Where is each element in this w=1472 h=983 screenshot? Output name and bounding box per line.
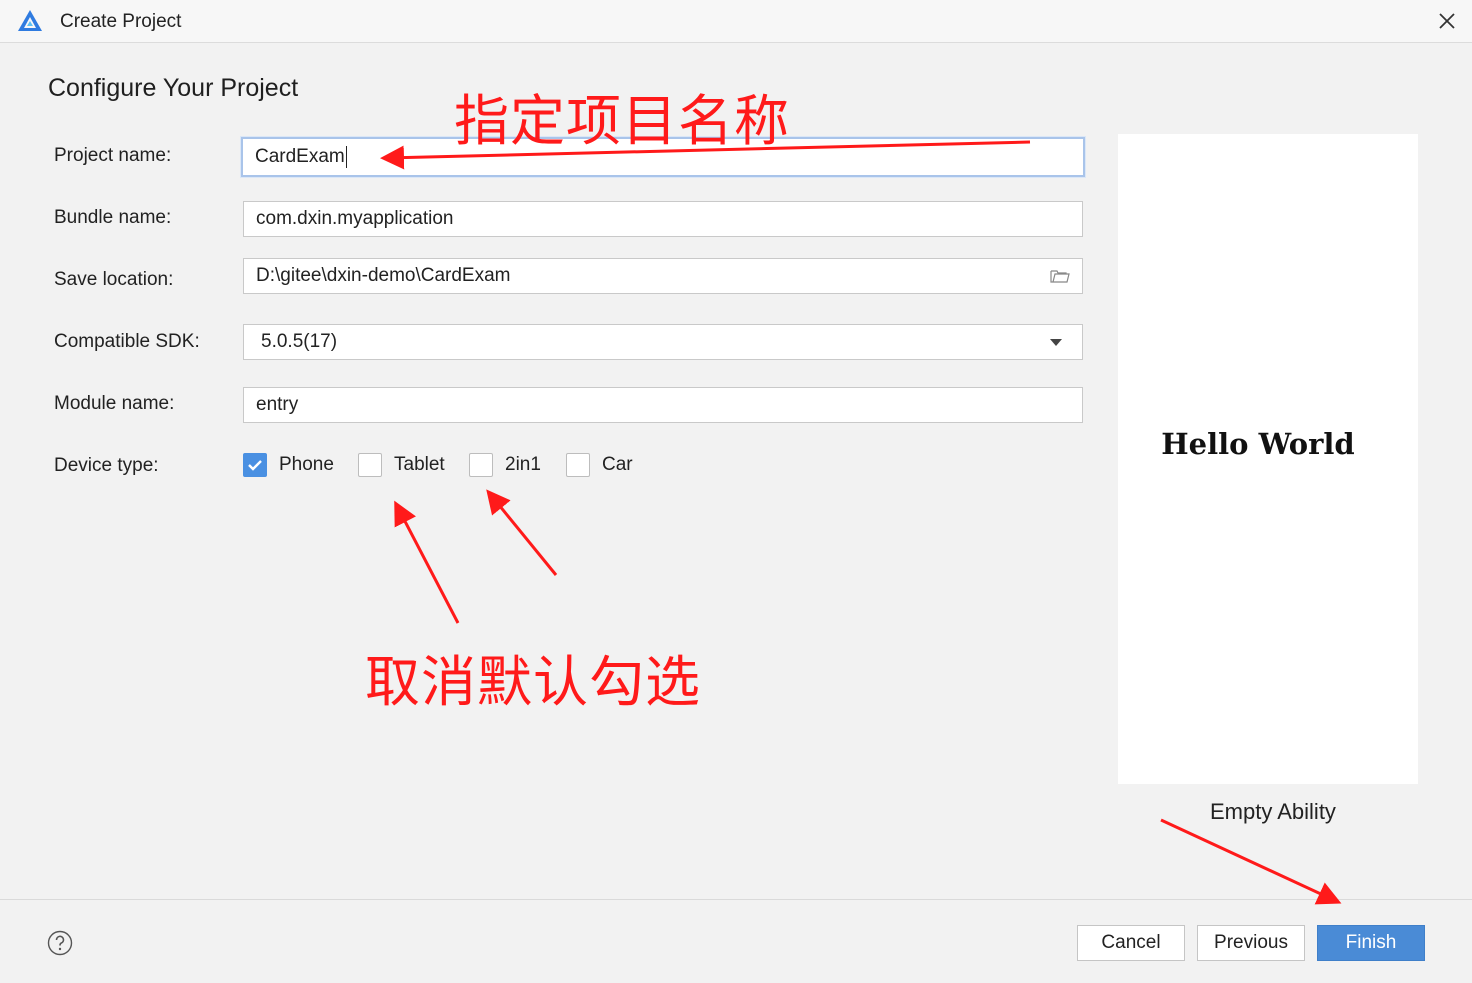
bundle-name-input[interactable]: com.dxin.myapplication <box>243 201 1083 237</box>
car-checkbox[interactable] <box>566 453 590 477</box>
arrow-to-finish <box>1160 818 1342 905</box>
check-icon <box>248 460 262 471</box>
close-icon <box>1439 13 1455 29</box>
annotation-uncheck-defaults: 取消默认勾选 <box>365 650 702 714</box>
finish-button[interactable]: Finish <box>1317 925 1425 961</box>
folder-icon[interactable] <box>1050 268 1070 284</box>
tablet-label: Tablet <box>394 454 445 475</box>
tablet-checkbox[interactable] <box>358 453 382 477</box>
phone-label: Phone <box>279 454 334 475</box>
previous-button[interactable]: Previous <box>1197 925 1305 961</box>
compatible-sdk-select[interactable]: 5.0.5(17) <box>243 324 1083 360</box>
template-preview: Hello World <box>1118 134 1418 784</box>
bundle-name-value: com.dxin.myapplication <box>256 208 454 229</box>
window-title: Create Project <box>60 11 182 32</box>
project-name-label: Project name: <box>54 145 172 166</box>
2in1-checkbox[interactable] <box>469 453 493 477</box>
annotation-specify-project-name: 指定项目名称 <box>454 89 791 153</box>
2in1-label: 2in1 <box>505 454 541 475</box>
save-location-input[interactable]: D:\gitee\dxin-demo\CardExam <box>243 258 1083 294</box>
module-name-label: Module name: <box>54 393 175 414</box>
car-label: Car <box>602 454 633 475</box>
arrow-to-2in1 <box>486 489 558 576</box>
project-name-value: CardExam <box>255 146 345 167</box>
device-type-2in1[interactable]: 2in1 <box>469 453 541 477</box>
text-caret <box>345 146 347 168</box>
phone-checkbox[interactable] <box>243 453 267 477</box>
device-type-car[interactable]: Car <box>566 453 633 477</box>
device-type-label: Device type: <box>54 455 159 476</box>
module-name-input[interactable]: entry <box>243 387 1083 423</box>
module-name-value: entry <box>256 394 299 415</box>
footer-divider <box>0 899 1472 900</box>
help-icon[interactable] <box>47 930 73 956</box>
page-title: Configure Your Project <box>48 74 299 102</box>
device-type-tablet[interactable]: Tablet <box>358 453 445 477</box>
title-bar: Create Project <box>0 0 1472 43</box>
template-name: Empty Ability <box>1210 799 1336 824</box>
compatible-sdk-label: Compatible SDK: <box>54 331 200 352</box>
device-type-phone[interactable]: Phone <box>243 453 334 477</box>
chevron-down-icon <box>1050 339 1062 346</box>
compatible-sdk-value: 5.0.5(17) <box>261 331 338 352</box>
close-button[interactable] <box>1432 6 1462 36</box>
preview-text: Hello World <box>1161 427 1355 461</box>
save-location-label: Save location: <box>54 269 174 290</box>
arrow-to-tablet <box>394 500 460 624</box>
bundle-name-label: Bundle name: <box>54 207 172 228</box>
app-logo-icon <box>18 10 42 31</box>
cancel-button[interactable]: Cancel <box>1077 925 1185 961</box>
save-location-value: D:\gitee\dxin-demo\CardExam <box>256 265 511 286</box>
